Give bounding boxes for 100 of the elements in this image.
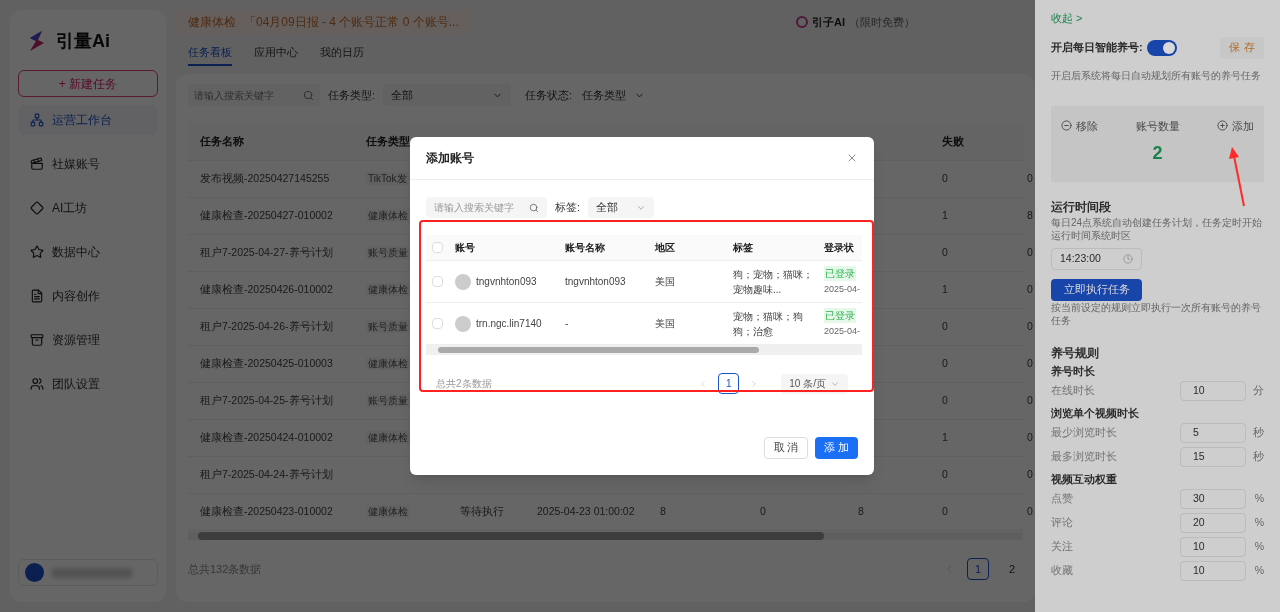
column-header: 标签: [733, 241, 754, 255]
field-label: 关注: [1051, 538, 1074, 554]
number-field[interactable]: 15: [1180, 446, 1246, 467]
status-select[interactable]: 任务类型: [580, 84, 648, 106]
avatar-icon: [455, 315, 471, 332]
nav-item[interactable]: AI工坊: [18, 193, 158, 223]
search-field[interactable]: 请输入搜索关键字: [426, 197, 547, 218]
page-size-select[interactable]: 10 条/页: [781, 373, 848, 394]
number-field[interactable]: 30: [1180, 488, 1246, 509]
nav-item[interactable]: 内容创作: [18, 281, 158, 311]
table-cell: 等待执行: [460, 505, 504, 518]
diamond-icon: [30, 201, 44, 215]
tab[interactable]: 我的日历: [320, 44, 364, 66]
save-button[interactable]: 保 存: [1220, 36, 1264, 59]
tab[interactable]: 任务看板: [188, 44, 232, 66]
avatar-icon: [25, 563, 44, 582]
notice-bar[interactable]: 健康体检 「04月09日报 - 4 个账号正常 0 个账号...: [176, 10, 471, 34]
table-cell-text: 美国: [655, 317, 676, 331]
notice-text: 「04月09日报 - 4 个账号正常 0 个账号...: [244, 14, 459, 31]
table-cell-text: 1: [942, 282, 949, 298]
run-now-button[interactable]: 立即执行任务: [1051, 278, 1142, 301]
toggle-hint: 开启后系统将每日自动规划所有账号的养号任务: [1051, 68, 1262, 82]
collapse-link[interactable]: 收起 >: [1051, 10, 1083, 27]
type-select[interactable]: 全部: [383, 84, 512, 106]
table-cell-text: 租户7-2025-04-24-养号计划: [200, 467, 334, 483]
table-cell-text: 发布视频-20250427145255: [200, 171, 331, 187]
row-checkbox[interactable]: [432, 276, 443, 287]
select-all-checkbox[interactable]: [432, 242, 443, 253]
search-icon: [303, 89, 314, 101]
login-date: 2025-04-: [824, 283, 861, 297]
table-cell-text: 0: [1027, 467, 1034, 483]
nav-item[interactable]: 数据中心: [18, 237, 158, 267]
number-field[interactable]: 20: [1180, 512, 1246, 533]
total-count: 总共2条数据: [436, 377, 492, 391]
time-field[interactable]: 14:23:00: [1051, 247, 1142, 270]
avatar-icon: [455, 273, 471, 290]
number-field[interactable]: 10: [1180, 560, 1246, 581]
table-cell-text: 0: [942, 319, 949, 335]
number-field[interactable]: 5: [1180, 422, 1246, 443]
unit-label: 秒: [1252, 424, 1264, 440]
table-cell-text: 租户7-2025-04-27-养号计划: [200, 245, 334, 261]
table-cell-text: 健康检查-20250426-010002: [200, 282, 334, 298]
scrollbar[interactable]: [188, 532, 1023, 540]
row-checkbox[interactable]: [432, 318, 443, 329]
daily-toggle[interactable]: [1146, 39, 1177, 56]
table-cell-text: 1: [942, 430, 949, 446]
new-task-button[interactable]: + 新建任务: [18, 70, 158, 97]
page-button[interactable]: 2: [1001, 558, 1023, 580]
unit-label: %: [1253, 490, 1264, 506]
tags-cell-text: 宠物；猫咪；狗狗；治愈: [733, 309, 804, 339]
field-label: 最少浏览时长: [1051, 424, 1118, 440]
table-cell-text: 0: [942, 171, 949, 187]
nav-item[interactable]: 团队设置: [18, 369, 158, 399]
nav-item[interactable]: 资源管理: [18, 325, 158, 355]
field-label: 点赞: [1051, 490, 1074, 506]
page-button[interactable]: 1: [967, 558, 989, 580]
user-pill[interactable]: [18, 559, 158, 586]
table-cell-text: 健康检查-20250424-010002: [200, 430, 334, 446]
unit-label: %: [1253, 562, 1264, 578]
column-header: 账号: [455, 241, 476, 255]
tab[interactable]: 应用中心: [254, 44, 298, 66]
table-cell-text: 0: [942, 393, 949, 409]
column-header: 地区: [655, 241, 676, 255]
logo-text: 引量Ai: [56, 29, 110, 53]
add-button[interactable]: 添加: [1217, 117, 1254, 134]
team-icon: [30, 377, 44, 391]
close-icon[interactable]: [846, 152, 858, 164]
section-title: 养号规则: [1051, 344, 1100, 361]
table-cell-text: -: [565, 317, 570, 331]
type-tag: TikTok发: [366, 172, 409, 186]
number-field[interactable]: 10: [1180, 380, 1246, 401]
filter-label: 任务类型:: [328, 87, 376, 103]
remove-button[interactable]: 移除: [1061, 117, 1098, 134]
account-cell-text: tngvnhton093: [476, 275, 537, 289]
column-header: 任务名称: [200, 134, 245, 150]
nav-item[interactable]: 运营工作台: [18, 105, 158, 135]
column-header: 失败: [942, 134, 965, 150]
page-button[interactable]: 1: [718, 373, 740, 394]
box-icon: [30, 333, 44, 347]
number-field[interactable]: 10: [1180, 536, 1246, 557]
search-icon: [529, 202, 539, 213]
login-date: 2025-04-: [824, 325, 861, 339]
scrollbar[interactable]: [426, 345, 862, 355]
nav-item[interactable]: 社媒账号: [18, 149, 158, 179]
group-title: 视频互动权重: [1051, 471, 1118, 487]
table-cell-text: tngvnhton093: [565, 275, 627, 289]
table-cell-text: 0: [1027, 430, 1034, 446]
cancel-button[interactable]: 取 消: [764, 437, 808, 459]
table-cell-text: 0: [942, 356, 949, 372]
table-cell-text: 0: [1027, 171, 1034, 187]
table-cell: 0: [760, 505, 766, 518]
status-tag: 已登录: [824, 266, 856, 282]
table-cell-text: 0: [1027, 393, 1034, 409]
column-header: 登录状: [824, 241, 855, 255]
table-cell-text: 健康检查-20250427-010002: [200, 208, 334, 224]
confirm-button[interactable]: 添 加: [815, 437, 858, 459]
notice-tag: 健康体检: [188, 13, 236, 31]
minus-icon: [1061, 120, 1072, 132]
tag-select[interactable]: 全部: [587, 197, 654, 218]
file-icon: [30, 289, 44, 303]
